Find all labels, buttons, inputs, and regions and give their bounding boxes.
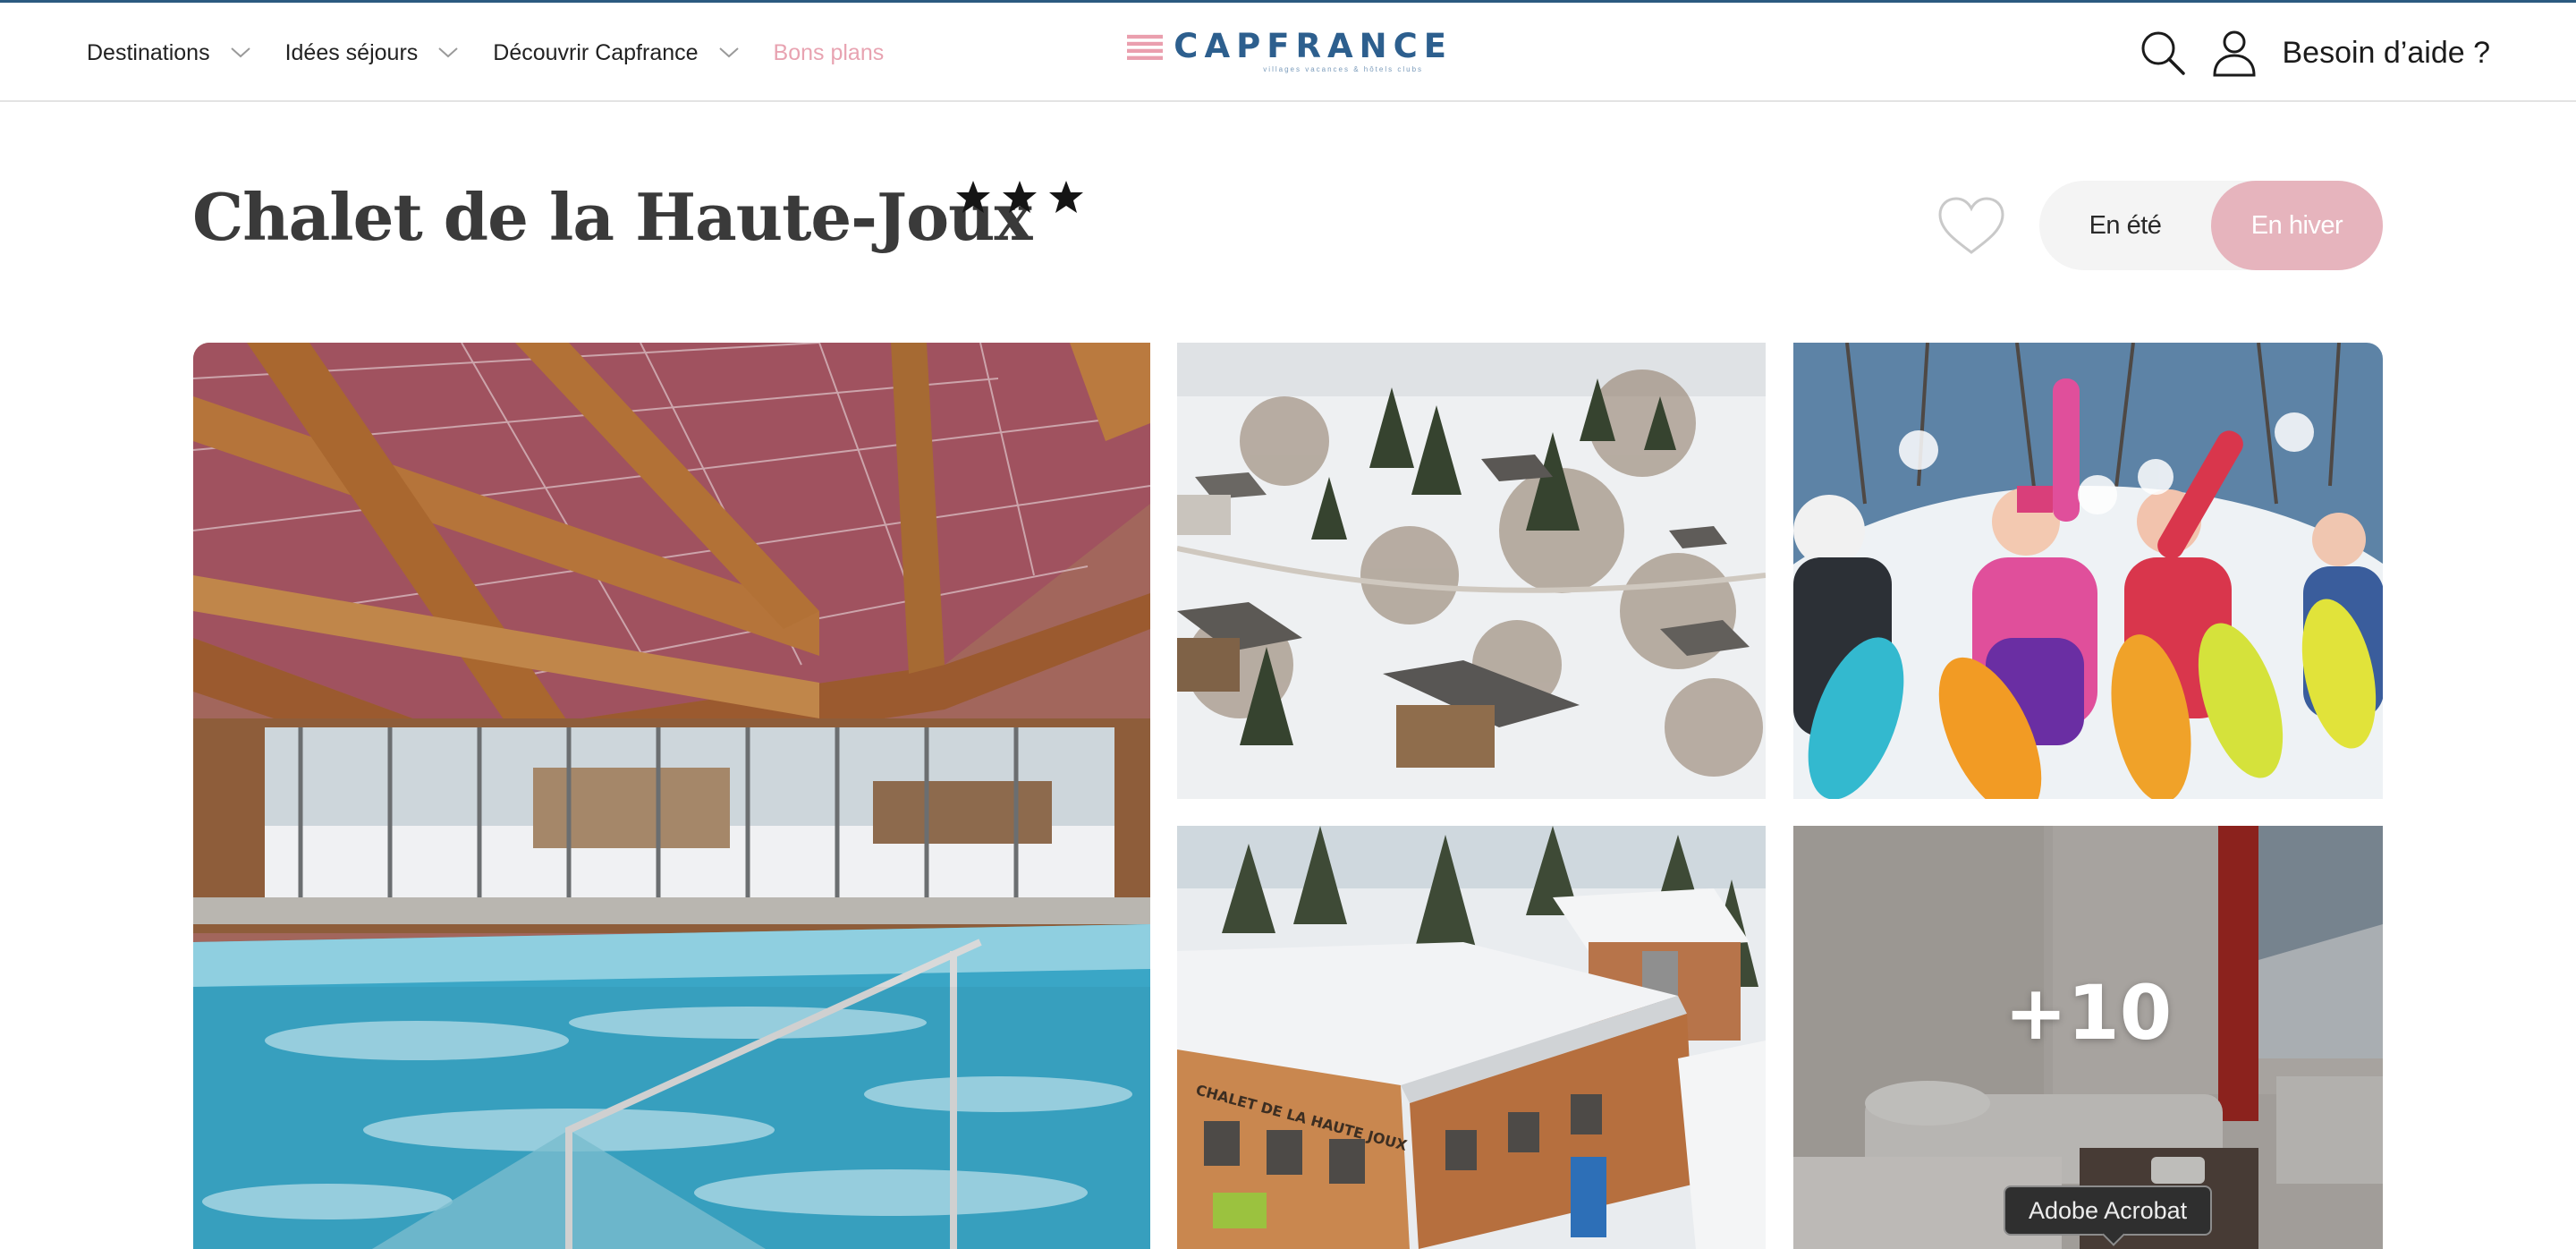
property-title: Chalet de la Haute-Joux: [192, 179, 1032, 255]
chalet-image: CHALET DE LA HAUTE JOUX: [1177, 826, 1766, 1249]
gallery-photo-aerial[interactable]: [1177, 343, 1766, 799]
nav-idees-sejours-label: Idées séjours: [284, 39, 419, 65]
nav-idees-sejours[interactable]: Idées séjours: [285, 40, 460, 66]
user-icon[interactable]: [2210, 29, 2258, 77]
site-header: Destinations Idées séjours Découvrir Cap…: [0, 0, 2576, 102]
season-winter-button[interactable]: En hiver: [2211, 181, 2383, 270]
nav-destinations-label: Destinations: [87, 39, 210, 65]
main-nav: Destinations Idées séjours Découvrir Cap…: [87, 3, 918, 103]
logo-word: CAPFRANCE: [1174, 27, 1453, 65]
nav-bons-plans[interactable]: Bons plans: [774, 40, 885, 66]
chevron-down-icon: [230, 47, 250, 58]
star-rating: [955, 179, 1095, 215]
logo-tagline: villages vacances & hôtels clubs: [1263, 65, 1424, 73]
nav-destinations[interactable]: Destinations: [87, 40, 251, 66]
kids-image: [1793, 343, 2383, 799]
nav-decouvrir-capfrance[interactable]: Découvrir Capfrance: [493, 40, 739, 66]
season-toggle: En été En hiver: [2039, 181, 2383, 270]
gallery-photo-pool[interactable]: [193, 343, 1150, 1249]
help-link[interactable]: Besoin d’aide ?: [2282, 36, 2490, 71]
logo-text: CAPFRANCE villages vacances & hôtels clu…: [1174, 28, 1453, 74]
pool-image: [193, 343, 1150, 1249]
header-actions: Besoin d’aide ?: [2139, 3, 2490, 103]
heart-icon[interactable]: [1936, 195, 2006, 258]
chevron-down-icon: [438, 47, 458, 58]
logo-stripes-icon: [1127, 34, 1164, 60]
nav-decouvrir-capfrance-label: Découvrir Capfrance: [493, 39, 699, 65]
aerial-image: [1177, 343, 1766, 799]
star-icon: [956, 181, 990, 213]
nav-bons-plans-label: Bons plans: [773, 39, 885, 65]
gallery-photo-kids[interactable]: [1793, 343, 2383, 799]
star-icon: [1049, 181, 1083, 213]
star-icon: [1003, 181, 1037, 213]
season-summer-button[interactable]: En été: [2039, 181, 2211, 270]
gallery-photo-chalet[interactable]: CHALET DE LA HAUTE JOUX: [1177, 826, 1766, 1249]
chevron-down-icon: [718, 47, 739, 58]
os-tooltip: Adobe Acrobat: [2004, 1185, 2213, 1236]
capfrance-logo[interactable]: CAPFRANCE villages vacances & hôtels clu…: [1127, 28, 1453, 80]
search-icon[interactable]: [2139, 29, 2187, 77]
